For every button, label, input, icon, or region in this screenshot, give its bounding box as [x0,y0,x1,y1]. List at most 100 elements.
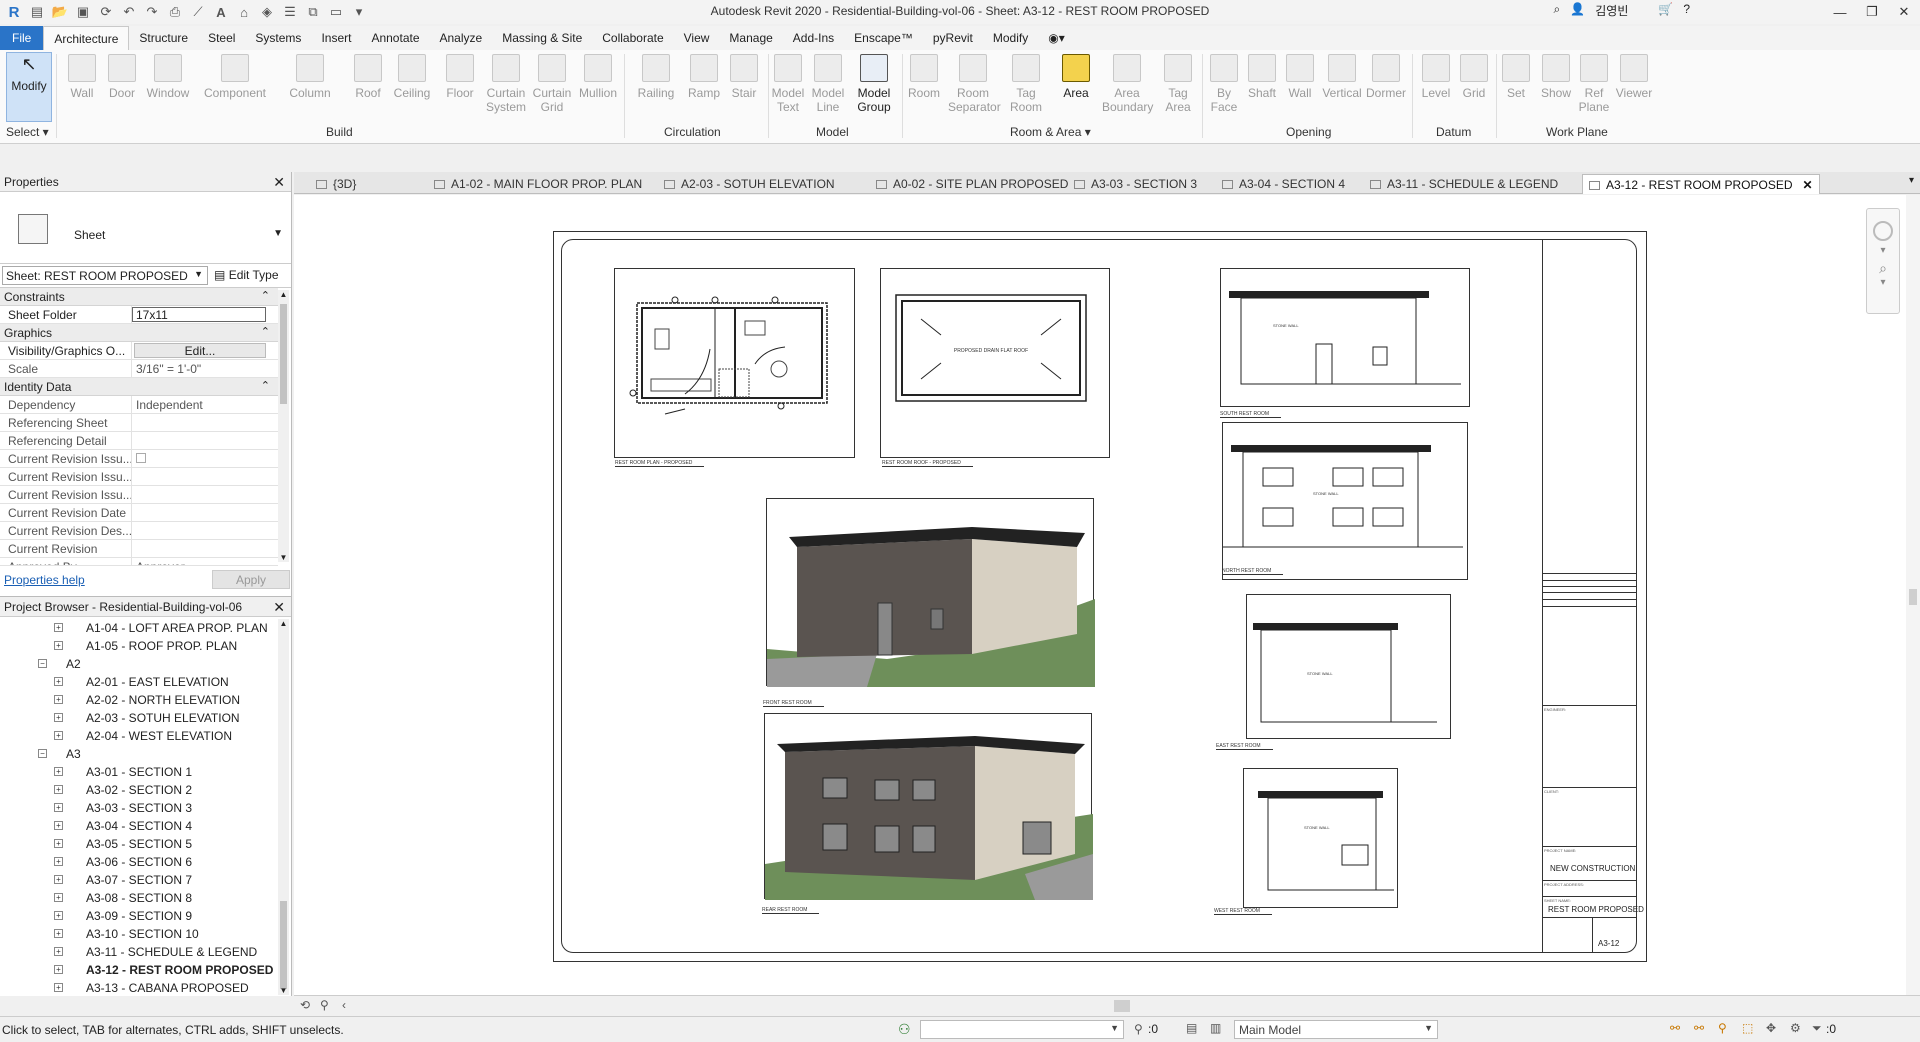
design-options-icon[interactable]: ▥ [1210,1021,1221,1035]
chevron-down-icon[interactable]: ▾ [1867,277,1899,288]
viewport-south-elevation[interactable]: STONE WALL [1220,268,1470,407]
view-tab[interactable]: A3-04 - SECTION 4 [1216,174,1351,194]
horizontal-scroll-thumb[interactable] [1114,1000,1130,1012]
editing-requests-icon[interactable]: ⚲ [1134,1022,1143,1036]
browser-item[interactable]: + A2-02 - NORTH ELEVATION [0,691,278,709]
expand-icon[interactable]: + [54,911,63,920]
browser-item[interactable]: − A3 [0,745,278,763]
model-text-button[interactable]: Model Text [766,54,810,134]
close-icon[interactable]: ✕ [273,174,285,191]
column-button[interactable]: Column [288,54,332,134]
revision-issued-checkbox[interactable] [132,450,278,467]
expand-icon[interactable]: + [54,623,63,632]
ribbon-tab[interactable]: Collaborate [592,26,673,50]
ribbon-tab[interactable]: Manage [719,26,782,50]
component-button[interactable]: Component [200,54,270,134]
select-underlay-icon[interactable]: ⚯ [1694,1021,1704,1035]
expand-icon[interactable]: + [54,695,63,704]
area-boundary-button[interactable]: Area Boundary [1102,54,1153,134]
area-button[interactable]: Area [1054,54,1098,134]
browser-item[interactable]: + A2-01 - EAST ELEVATION [0,673,278,691]
user-name[interactable]: 김영빈 [1595,2,1628,19]
select-links-icon[interactable]: ⚯ [1670,1021,1680,1035]
panel-room-area[interactable]: Room & Area ▾ [1010,125,1091,139]
ribbon-tab[interactable]: Architecture [43,26,130,50]
tag-area-button[interactable]: Tag Area [1156,54,1200,134]
tab-list-icon[interactable]: ▾ [1909,175,1914,186]
expand-icon[interactable]: + [54,713,63,722]
viewport-west-elevation[interactable]: STONE WALL [1243,768,1398,908]
ribbon-tab[interactable]: pyRevit [923,26,983,50]
expand-icon[interactable]: + [54,947,63,956]
ribbon-tab[interactable]: Enscape™ [844,26,923,50]
browser-scrollbar[interactable]: ▲ ▼ [278,619,289,995]
binoculars-icon[interactable]: ⌕ [1554,2,1561,19]
view-tab[interactable]: A3-11 - SCHEDULE & LEGEND [1364,174,1564,194]
expand-icon[interactable]: + [54,677,63,686]
properties-help-link[interactable]: Properties help [4,573,85,587]
scroll-down-icon[interactable]: ▼ [278,553,289,562]
browser-item[interactable]: + A3-11 - SCHEDULE & LEGEND [0,943,278,961]
ramp-button[interactable]: Ramp [682,54,726,134]
scroll-thumb[interactable] [1909,589,1917,605]
ribbon-tab[interactable]: Analyze [430,26,493,50]
dormer-button[interactable]: Dormer [1364,54,1408,134]
viewport-east-elevation[interactable]: STONE WALL [1246,594,1451,739]
model-line-button[interactable]: Model Line [806,54,850,134]
zoom-icon[interactable]: ⌕ [1867,260,1899,277]
expand-icon[interactable]: + [54,857,63,866]
browser-item[interactable]: − A2 [0,655,278,673]
curtain-grid-button[interactable]: Curtain Grid [530,54,574,134]
view-tab[interactable]: A3-12 - REST ROOM PROPOSED ✕ [1582,174,1820,194]
view-tab[interactable]: A0-02 - SITE PLAN PROPOSED [870,174,1074,194]
pin-icon[interactable]: ⚲ [320,998,329,1012]
window-button[interactable]: Window [146,54,190,134]
filter-icon[interactable]: ⏷ [1812,1021,1822,1036]
tag-room-button[interactable]: Tag Room [1004,54,1048,134]
browser-item[interactable]: + A3-09 - SECTION 9 [0,907,278,925]
ribbon-tab[interactable]: Structure [129,26,198,50]
expand-icon[interactable]: + [54,641,63,650]
expand-icon[interactable]: + [54,929,63,938]
railing-button[interactable]: Railing [634,54,678,134]
view-tab[interactable]: A2-03 - SOTUH ELEVATION [658,174,841,194]
viewport-perspective-front[interactable] [766,498,1095,687]
door-button[interactable]: Door [100,54,144,134]
browser-item[interactable]: + A1-05 - ROOF PROP. PLAN [0,637,278,655]
expand-icon[interactable]: + [54,839,63,848]
type-selector[interactable]: Sheet ▼ [0,192,291,264]
drag-elements-icon[interactable]: ✥ [1766,1021,1776,1035]
roof-button[interactable]: Roof [346,54,390,134]
ceiling-button[interactable]: Ceiling [390,54,434,134]
chevron-down-icon[interactable]: ▾ [1867,245,1899,256]
browser-item[interactable]: + A3-01 - SECTION 1 [0,763,278,781]
browser-item[interactable]: + A3-04 - SECTION 4 [0,817,278,835]
curtain-system-button[interactable]: Curtain System [484,54,528,134]
expand-icon[interactable]: + [54,875,63,884]
ribbon-tab[interactable]: Add-Ins [783,26,844,50]
floor-button[interactable]: Floor [438,54,482,134]
close-icon[interactable]: ✕ [273,599,285,616]
collapse-icon[interactable]: − [38,659,47,668]
modify-button[interactable]: ↖ Modify [6,52,52,122]
ribbon-tab[interactable]: File [0,26,44,50]
design-option-dropdown[interactable]: Main Model ▼ [1234,1020,1438,1039]
instance-filter-dropdown[interactable]: Sheet: REST ROOM PROPOSED ▼ [2,266,208,285]
expand-icon[interactable]: + [54,983,63,992]
collapse-icon[interactable]: − [38,749,47,758]
restore-icon[interactable]: ❐ [1856,0,1888,24]
contextual-tab-dropdown-icon[interactable]: ◉▾ [1038,26,1075,50]
expand-icon[interactable]: + [54,767,63,776]
scroll-down-icon[interactable]: ▼ [278,986,289,995]
browser-item[interactable]: + A3-06 - SECTION 6 [0,853,278,871]
browser-item[interactable]: + A2-03 - SOTUH ELEVATION [0,709,278,727]
browser-item[interactable]: + A3-13 - CABANA PROPOSED [0,979,278,997]
view-tab[interactable]: A3-03 - SECTION 3 [1068,174,1203,194]
scroll-left-icon[interactable]: ‹ [342,998,346,1012]
steering-wheel-icon[interactable] [1873,221,1893,241]
ref-plane-button[interactable]: Ref Plane [1572,54,1616,134]
ribbon-tab[interactable]: View [674,26,720,50]
viewer-button[interactable]: Viewer [1612,54,1656,134]
worksets-icon[interactable]: ⚇ [898,1021,911,1038]
group-graphics[interactable]: Graphics ⌃ [0,324,278,342]
